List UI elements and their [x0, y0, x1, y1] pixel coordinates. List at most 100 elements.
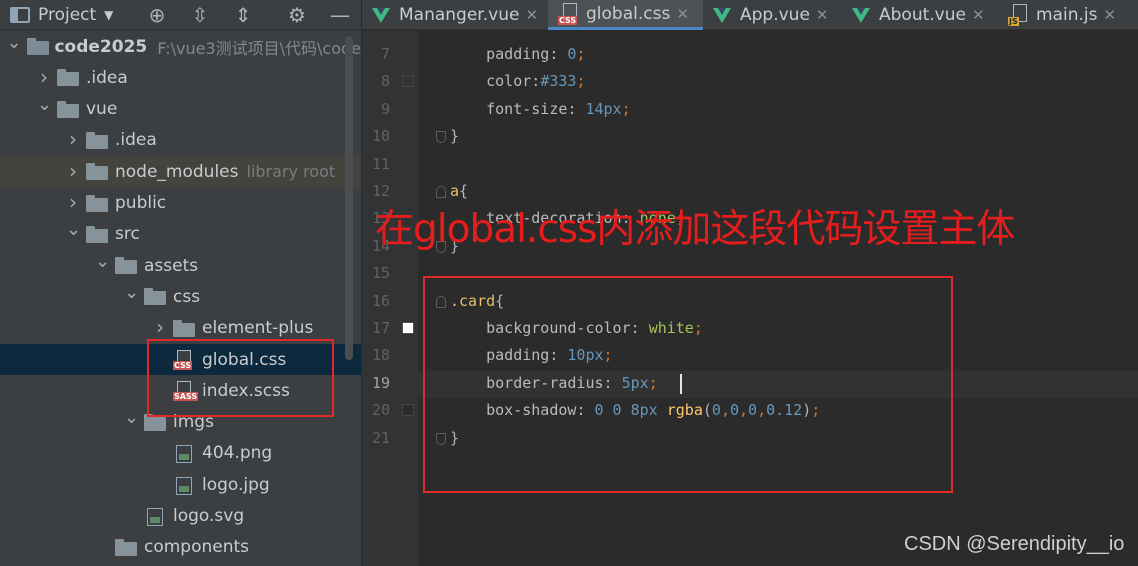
- folder-icon: [173, 319, 195, 337]
- tree-item-label: element-plus: [202, 318, 314, 339]
- tree-row[interactable]: logo.jpg: [0, 469, 361, 500]
- chevron-right-icon[interactable]: ›: [153, 317, 167, 337]
- image-file-icon: [173, 475, 195, 495]
- tab-mananger-vue[interactable]: Mananger.vue ✕: [362, 0, 548, 30]
- chevron-down-icon: ▼: [104, 8, 114, 22]
- chevron-down-icon[interactable]: ⌄: [37, 96, 52, 114]
- tree-item-label: public: [115, 193, 167, 213]
- editor-tab-bar: Mananger.vue ✕ CSS global.css ✕ App.vue ✕ About…: [362, 0, 1138, 30]
- tree-row[interactable]: ⌄ assets: [0, 250, 361, 281]
- project-toolbar: Project ▼ ⊕ ⇳ ⇕ ⚙ —: [0, 0, 361, 30]
- chevron-down-icon[interactable]: ⌄: [95, 252, 110, 271]
- tree-row[interactable]: ⌄ src: [0, 219, 361, 250]
- code-token: :: [531, 72, 541, 91]
- line-number: 15: [371, 264, 390, 283]
- color-swatch[interactable]: [402, 404, 414, 417]
- line-number: 18: [371, 346, 390, 365]
- image-glyph: [147, 508, 163, 526]
- chevron-down-icon[interactable]: ⌄: [124, 409, 139, 427]
- tab-label: Mananger.vue: [399, 5, 520, 25]
- close-icon[interactable]: ✕: [525, 6, 538, 24]
- code-token: font-size: [450, 99, 568, 118]
- close-icon[interactable]: ✕: [816, 6, 829, 24]
- folder-icon: [115, 538, 137, 556]
- tab-app-vue[interactable]: App.vue ✕: [703, 0, 842, 30]
- project-view-selector[interactable]: Project ▼: [10, 0, 113, 30]
- chevron-down-icon[interactable]: ⌄: [7, 33, 22, 52]
- code-token: 14px: [585, 99, 622, 118]
- color-swatch[interactable]: [402, 75, 414, 88]
- tree-row[interactable]: logo.svg: [0, 501, 361, 532]
- line-number: 20: [371, 401, 390, 420]
- fold-start-icon[interactable]: [436, 186, 446, 198]
- close-icon[interactable]: ✕: [972, 6, 985, 24]
- tree-row[interactable]: › node_modules library root: [0, 156, 361, 188]
- project-icon: [10, 7, 30, 23]
- image-file-icon: [144, 506, 166, 526]
- close-icon[interactable]: ✕: [1103, 6, 1116, 24]
- tree-row[interactable]: › public: [0, 188, 361, 219]
- gear-icon[interactable]: ⚙: [283, 0, 311, 30]
- tree-item-label: components: [144, 537, 250, 558]
- locate-icon[interactable]: ⊕: [143, 0, 171, 30]
- code-token: color: [450, 72, 532, 91]
- chevron-right-icon[interactable]: ›: [66, 161, 80, 181]
- tab-label: global.css: [586, 3, 671, 24]
- tree-item-label: node_modules: [115, 161, 239, 182]
- tree-item-label: .idea: [115, 130, 157, 151]
- color-swatch[interactable]: [402, 322, 414, 334]
- chevron-right-icon[interactable]: ›: [37, 67, 51, 87]
- line-number: 8: [380, 72, 390, 91]
- tree-scrollbar[interactable]: [345, 36, 353, 360]
- tab-global-css[interactable]: CSS global.css ✕: [548, 0, 703, 30]
- fold-end-icon[interactable]: [436, 131, 446, 144]
- tree-item-label: logo.svg: [173, 506, 245, 526]
- tab-about-vue[interactable]: About.vue ✕: [842, 0, 998, 30]
- close-icon[interactable]: ✕: [676, 5, 689, 23]
- tree-row[interactable]: ⌄ css: [0, 281, 361, 312]
- code-token: ;: [576, 72, 586, 91]
- tab-label: App.vue: [740, 5, 810, 25]
- chevron-down-icon[interactable]: ⌄: [66, 221, 81, 239]
- vue-icon: [852, 7, 870, 23]
- tab-main-js[interactable]: JS main.js ✕: [998, 0, 1138, 30]
- code-line: font-size: 14px;: [450, 96, 631, 123]
- code-token: :: [567, 99, 586, 118]
- tree-row[interactable]: › .idea: [0, 125, 361, 156]
- tree-item-label: .idea: [86, 67, 128, 88]
- tree-row[interactable]: › .idea: [0, 62, 361, 93]
- chevron-down-icon[interactable]: ⌄: [124, 283, 139, 302]
- file-highlight-box: [147, 339, 334, 417]
- code-token: #333: [540, 72, 577, 91]
- module-folder-icon: [26, 38, 49, 55]
- tab-label: main.js: [1036, 5, 1098, 25]
- image-glyph: [176, 476, 192, 495]
- tree-item-label: css: [173, 286, 201, 307]
- tree-item-label: src: [115, 224, 140, 245]
- css-file-icon: CSS: [558, 2, 580, 25]
- vue-icon: [372, 7, 390, 23]
- folder-icon: [86, 225, 108, 243]
- folder-icon: [57, 100, 79, 118]
- tree-item-path: F:\vue3测试项目\代码\code: [157, 38, 361, 58]
- line-number: 21: [371, 428, 390, 447]
- tree-row[interactable]: 404.png: [0, 438, 361, 469]
- tree-row[interactable]: ⌄ vue: [0, 94, 361, 125]
- chevron-right-icon[interactable]: ›: [66, 192, 80, 212]
- hide-icon[interactable]: —: [326, 0, 354, 30]
- image-glyph: [176, 445, 192, 464]
- tree-item-label: code2025: [54, 36, 148, 57]
- expand-all-icon[interactable]: ⇳: [186, 0, 214, 30]
- tree-row[interactable]: ⌄ code2025 F:\vue3测试项目\代码\code: [0, 31, 362, 62]
- line-number: 17: [371, 319, 390, 337]
- code-line: color:#333;: [450, 68, 585, 95]
- code-token: ;: [621, 99, 631, 118]
- tree-row[interactable]: components: [0, 532, 361, 563]
- project-panel: Project ▼ ⊕ ⇳ ⇕ ⚙ — ⌄ code2025 F:\vue3测试项目…: [0, 0, 361, 566]
- chevron-right-icon[interactable]: ›: [66, 129, 80, 149]
- js-file-icon: JS: [1008, 4, 1030, 26]
- project-title: Project: [38, 5, 97, 25]
- tree-item-label: logo.jpg: [202, 474, 270, 495]
- collapse-all-icon[interactable]: ⇕: [229, 0, 257, 30]
- code-token: padding: [450, 45, 550, 63]
